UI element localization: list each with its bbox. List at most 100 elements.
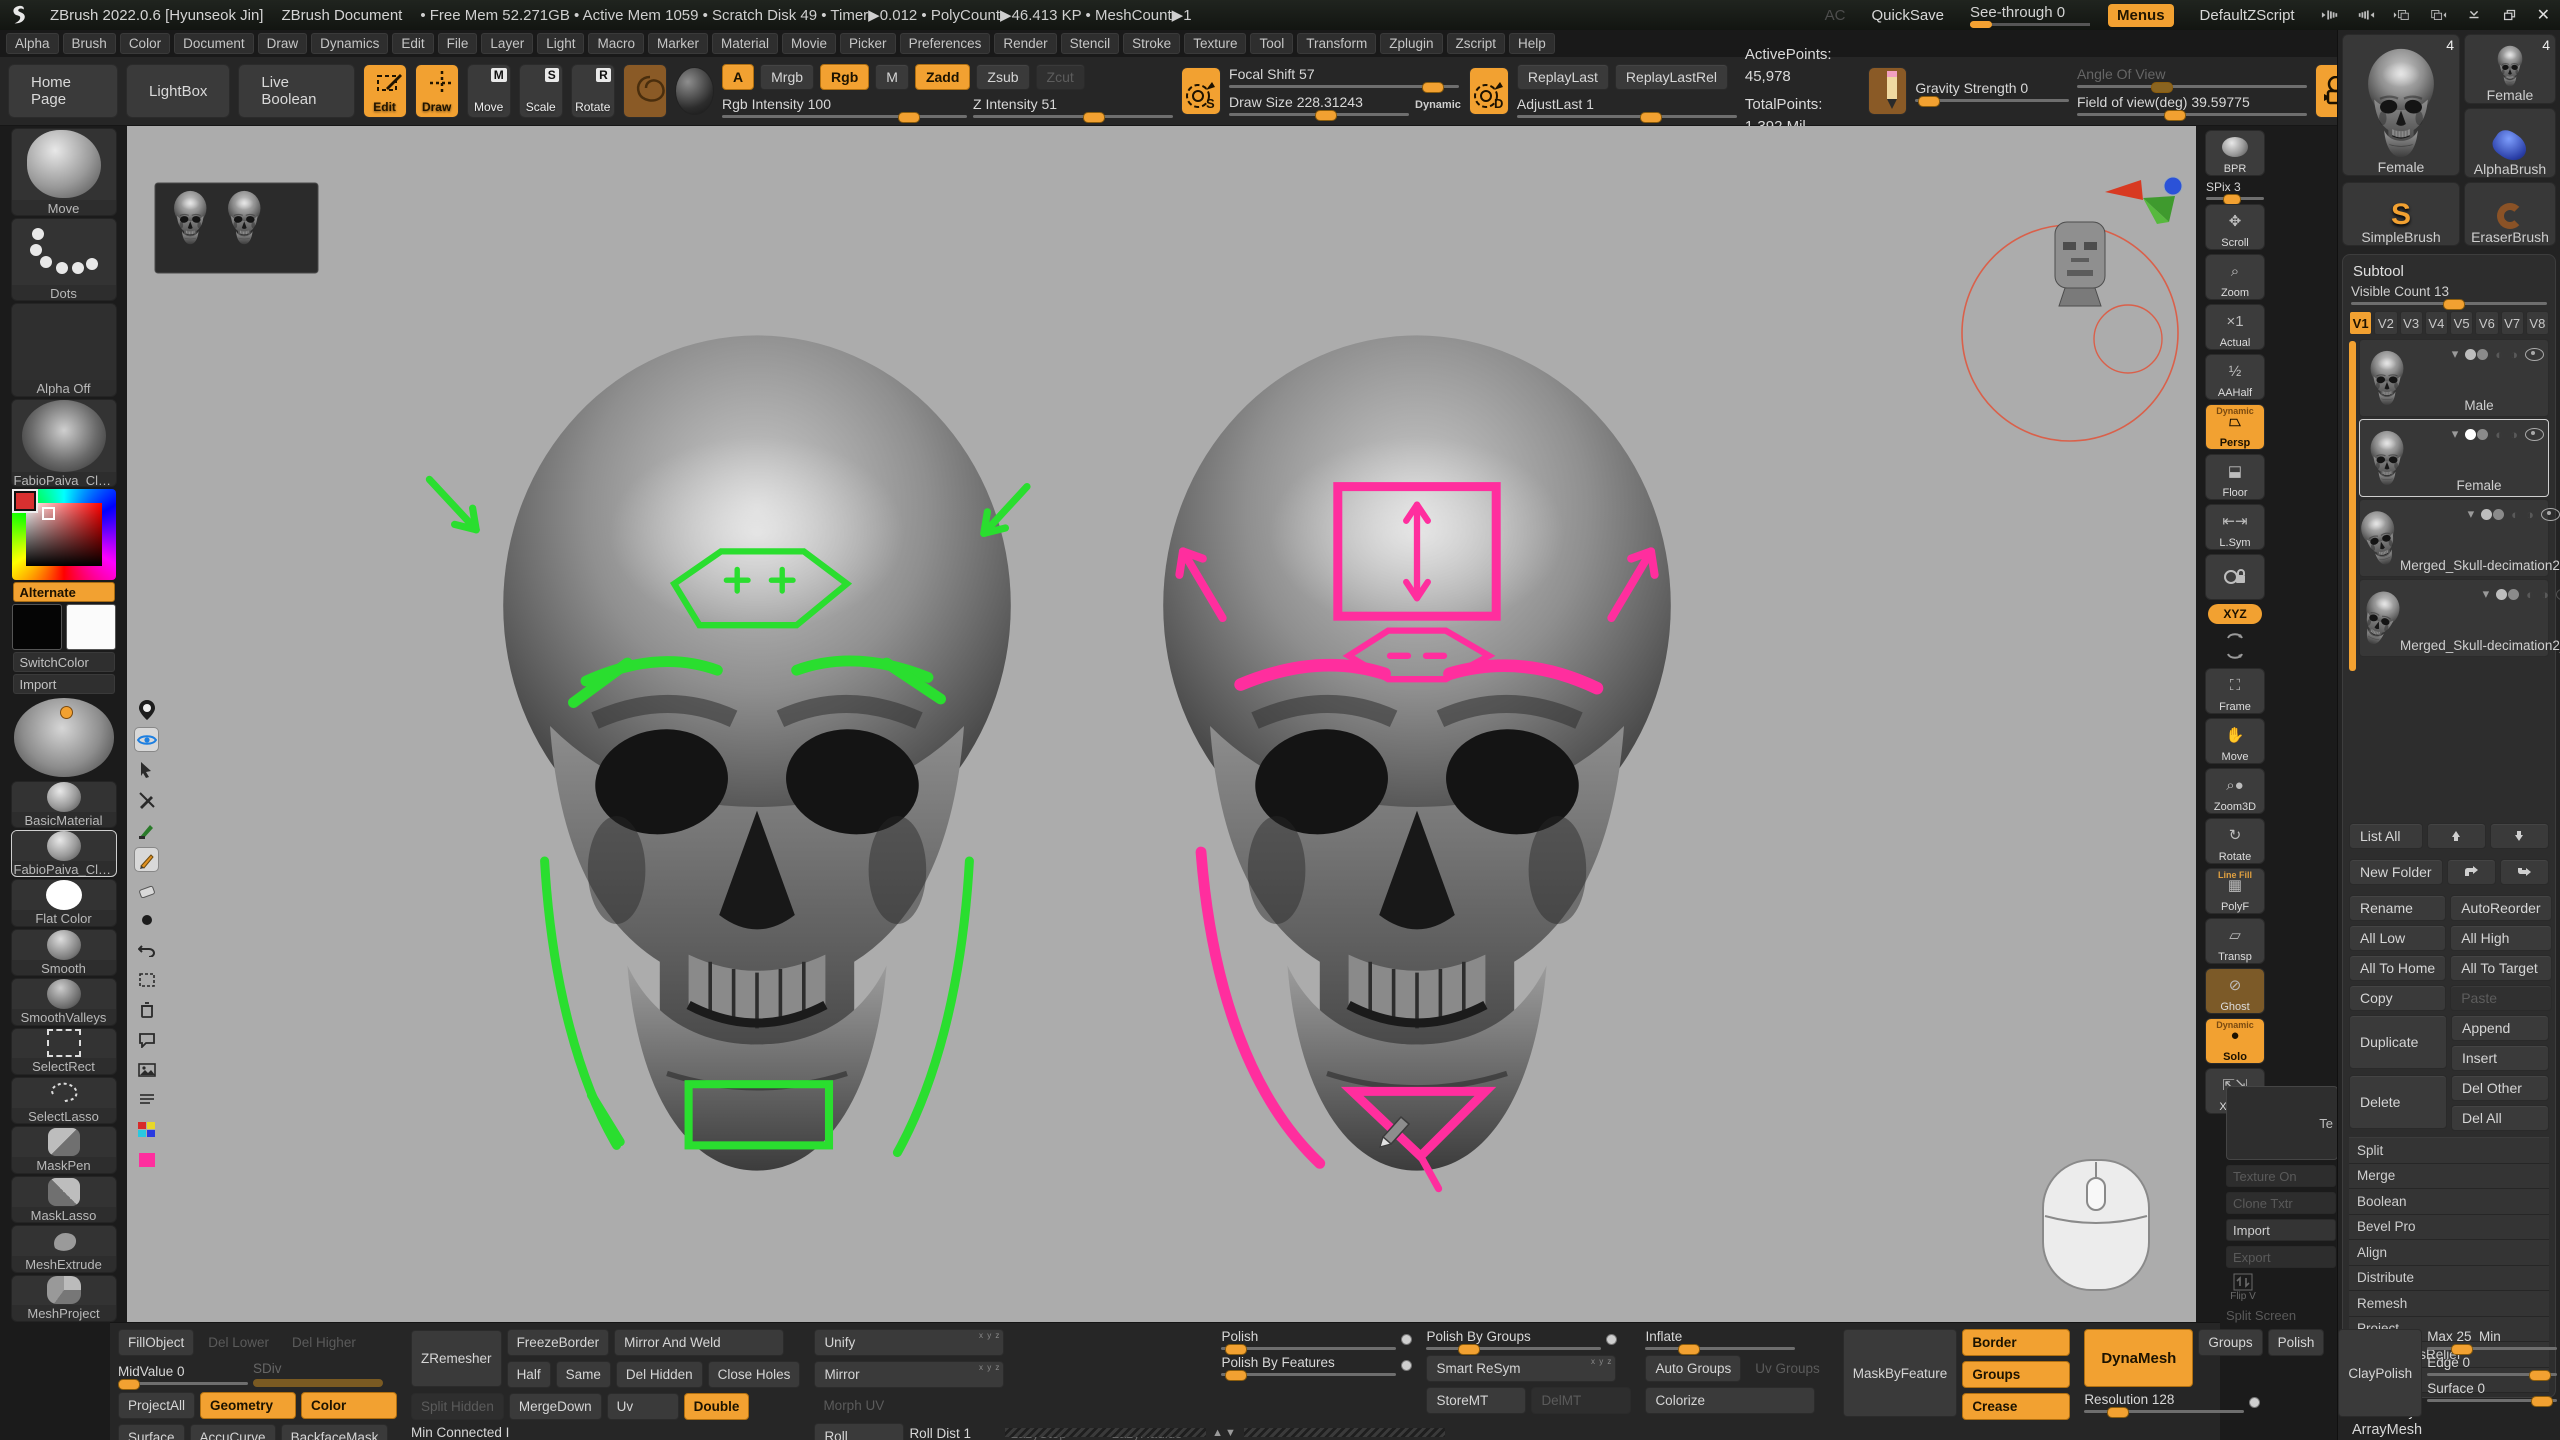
- all-to-home-button[interactable]: All To Home: [2349, 955, 2446, 981]
- aahalf-button[interactable]: ½AAHalf: [2205, 354, 2265, 400]
- midvalue-slider[interactable]: MidValue 0: [118, 1364, 248, 1385]
- polish-slider[interactable]: Polish: [1221, 1329, 1396, 1350]
- texture-icon[interactable]: ◑: [2510, 347, 2518, 362]
- half-button[interactable]: Half: [507, 1361, 551, 1388]
- zsub-button[interactable]: Zsub: [976, 64, 1029, 90]
- menus-button[interactable]: Menus: [2108, 4, 2174, 27]
- ghost-button[interactable]: ⊘Ghost: [2205, 968, 2265, 1014]
- distribute-button[interactable]: Distribute: [2349, 1266, 2549, 1292]
- skull-left[interactable]: [429, 335, 1027, 1170]
- dynamesh-groups-button[interactable]: Groups: [2198, 1329, 2262, 1356]
- selection-rect-icon[interactable]: [135, 968, 158, 991]
- del-higher-button[interactable]: Del Higher: [283, 1330, 365, 1355]
- polypaint-icon[interactable]: [2465, 429, 2476, 440]
- dock-left-icon[interactable]: [2321, 8, 2339, 22]
- tab-v7[interactable]: V7: [2501, 311, 2524, 335]
- pencil-icon[interactable]: [135, 848, 158, 871]
- tray-divider[interactable]: ▲▼: [1005, 1426, 1445, 1439]
- defaultzscript-button[interactable]: DefaultZScript: [2192, 5, 2303, 26]
- menu-help[interactable]: Help: [1509, 33, 1555, 54]
- visibility-eye-icon[interactable]: [135, 728, 158, 751]
- dynamic-label[interactable]: Dynamic: [1415, 99, 1461, 111]
- dynamic-size-tile[interactable]: D: [1469, 67, 1509, 115]
- alpha-channel-button[interactable]: A: [722, 64, 754, 90]
- texture-icon[interactable]: ◑: [2526, 507, 2534, 522]
- del-other-button[interactable]: Del Other: [2451, 1075, 2549, 1101]
- marker-pen-icon[interactable]: [135, 818, 158, 841]
- zoom-button[interactable]: ⌕Zoom: [2205, 254, 2265, 300]
- edit-mode-button[interactable]: Edit: [363, 64, 407, 118]
- menu-picker[interactable]: Picker: [840, 33, 896, 54]
- clone-txtr-button[interactable]: Clone Txtr: [2226, 1192, 2336, 1214]
- focal-shift-tile[interactable]: S: [1181, 67, 1221, 115]
- menu-macro[interactable]: Macro: [588, 33, 644, 54]
- geometry-toggle[interactable]: Geometry: [200, 1392, 296, 1419]
- menu-transform[interactable]: Transform: [1297, 33, 1376, 54]
- subtool-row-male[interactable]: ▾◐◑ Male: [2359, 339, 2549, 417]
- move-into-folder-button[interactable]: [2500, 859, 2549, 885]
- tool-masklasso[interactable]: MaskLasso: [11, 1176, 117, 1223]
- material-preview-sphere[interactable]: [14, 698, 114, 776]
- menu-preferences[interactable]: Preferences: [900, 33, 991, 54]
- uv-icon[interactable]: ◐: [2526, 587, 2534, 602]
- maskbyfeature-button[interactable]: MaskByFeature: [1843, 1329, 1958, 1417]
- restore-icon[interactable]: [2501, 8, 2519, 22]
- move-view-button[interactable]: ✋Move: [2205, 718, 2265, 764]
- m-button[interactable]: M: [875, 64, 909, 90]
- recent-tool-female[interactable]: 4 Female: [2464, 34, 2556, 104]
- resolution-toggle[interactable]: [2249, 1397, 2260, 1408]
- switchcolor-button[interactable]: SwitchColor: [13, 652, 115, 672]
- see-through-slider[interactable]: See-through 0: [1970, 4, 2090, 26]
- solo-button[interactable]: Dynamic●Solo: [2205, 1018, 2265, 1064]
- folder-arrow-icon[interactable]: ▾: [2452, 426, 2459, 442]
- trash-icon[interactable]: [135, 998, 158, 1021]
- tool-meshextrude[interactable]: MeshExtrude: [11, 1225, 117, 1272]
- comment-bubble-icon[interactable]: [135, 1028, 158, 1051]
- surface-button[interactable]: Surface: [118, 1424, 185, 1440]
- scroll-button[interactable]: ✥Scroll: [2205, 204, 2265, 250]
- menu-zscript[interactable]: Zscript: [1447, 33, 1506, 54]
- transp-button[interactable]: ▱Transp: [2205, 918, 2265, 964]
- remesh-button[interactable]: Remesh: [2349, 1291, 2549, 1317]
- texture-import-button[interactable]: Import: [2226, 1219, 2336, 1241]
- menu-color[interactable]: Color: [120, 33, 170, 54]
- autoreorder-button[interactable]: AutoReorder: [2450, 895, 2551, 921]
- split-hidden-button[interactable]: Split Hidden: [411, 1393, 504, 1420]
- palette-cycle-right-icon[interactable]: [2429, 8, 2447, 22]
- texture-icon[interactable]: ◑: [2510, 427, 2518, 442]
- menu-stroke[interactable]: Stroke: [1123, 33, 1180, 54]
- rename-button[interactable]: Rename: [2349, 895, 2446, 921]
- dock-right-icon[interactable]: [2357, 8, 2375, 22]
- tool-maskpen[interactable]: MaskPen: [11, 1126, 117, 1173]
- menu-zplugin[interactable]: Zplugin: [1380, 33, 1442, 54]
- zcut-button[interactable]: Zcut: [1036, 64, 1085, 90]
- menu-file[interactable]: File: [438, 33, 478, 54]
- del-hidden-button[interactable]: Del Hidden: [616, 1361, 703, 1388]
- tab-v3[interactable]: V3: [2400, 311, 2423, 335]
- unify-button[interactable]: Unifyx y z: [814, 1329, 1004, 1356]
- texture-on-button[interactable]: Texture On: [2226, 1165, 2336, 1187]
- del-all-button[interactable]: Del All: [2451, 1105, 2549, 1131]
- tool-fabiopaiva-clay[interactable]: FabioPaiva_Clay2: [11, 830, 117, 877]
- menu-tool[interactable]: Tool: [1250, 33, 1293, 54]
- recent-tool-alphabrush[interactable]: AlphaBrush: [2464, 108, 2556, 178]
- mrgb-button[interactable]: Mrgb: [760, 64, 814, 90]
- rotate-y-icon[interactable]: [2222, 628, 2248, 644]
- rotate-view-button[interactable]: ↻Rotate: [2205, 818, 2265, 864]
- tool-meshproject[interactable]: MeshProject: [11, 1275, 117, 1322]
- move-out-folder-button[interactable]: [2447, 859, 2496, 885]
- folder-arrow-icon[interactable]: ▾: [2483, 586, 2490, 602]
- recent-tool-simplebrush[interactable]: S SimpleBrush: [2342, 182, 2460, 246]
- tray-collapse-arrows[interactable]: ▲▼: [1212, 1427, 1238, 1439]
- cursor-icon[interactable]: [135, 758, 158, 781]
- move-gizmo-button[interactable]: MMove: [467, 64, 511, 118]
- image-icon[interactable]: [135, 1058, 158, 1081]
- home-page-button[interactable]: Home Page: [8, 64, 118, 118]
- eye-icon[interactable]: [2525, 348, 2544, 361]
- spix-slider[interactable]: SPix 3: [2206, 180, 2264, 200]
- move-down-button[interactable]: [2490, 823, 2549, 849]
- tab-v1[interactable]: V1: [2349, 311, 2372, 335]
- polish-by-groups-slider[interactable]: Polish By Groups: [1426, 1329, 1601, 1350]
- frame-button[interactable]: ⛶Frame: [2205, 668, 2265, 714]
- pink-swatch[interactable]: [135, 1148, 158, 1171]
